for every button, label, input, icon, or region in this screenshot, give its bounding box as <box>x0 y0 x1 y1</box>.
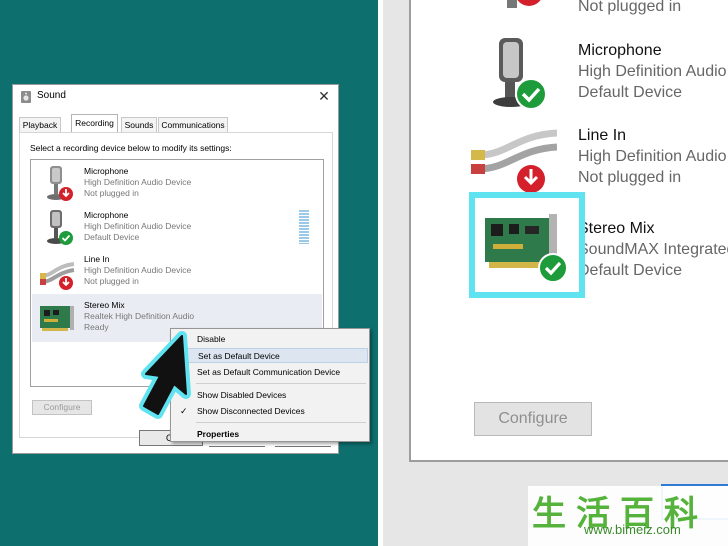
configure-button[interactable]: Configure <box>32 400 92 415</box>
cancel-button[interactable] <box>209 443 265 447</box>
menu-separator <box>196 383 366 384</box>
red-down-arrow-icon <box>517 0 541 6</box>
audio-cable-icon <box>40 262 75 290</box>
zoom-device-description: High Definition Audio <box>578 148 727 165</box>
tab-recording[interactable]: Recording <box>71 114 118 132</box>
device-status: Not plugged in <box>84 276 139 286</box>
microphone-icon <box>493 38 547 110</box>
mouse-pointer-icon <box>139 331 191 419</box>
instruction-text: Select a recording device below to modif… <box>30 143 232 153</box>
device-description: High Definition Audio Device <box>84 221 192 231</box>
zoom-device-name: Microphone <box>578 42 662 59</box>
close-icon[interactable]: ✕ <box>316 88 332 104</box>
menu-item-label: Show Disconnected Devices <box>197 406 305 416</box>
zoom-device-name: Stereo Mix <box>578 220 655 237</box>
red-down-arrow-icon <box>59 276 73 290</box>
zoom-device-status: Not plugged in <box>578 169 682 186</box>
microphone-icon <box>47 166 73 201</box>
tab-sounds[interactable]: Sounds <box>121 117 157 132</box>
device-name: Microphone <box>84 166 129 176</box>
watermark: 生活百科 www.bimeiz.com <box>528 486 728 546</box>
device-status: Default Device <box>84 232 140 242</box>
device-status: Not plugged in <box>84 188 139 198</box>
audio-cable-icon <box>471 129 557 193</box>
zoom-device-status: Not plugged in <box>578 0 682 15</box>
zoom-device-name: Line In <box>578 127 627 144</box>
watermark-url: www.bimeiz.com <box>584 522 681 537</box>
tab-playback[interactable]: Playback <box>19 117 61 132</box>
menu-item-properties[interactable]: Properties <box>172 427 368 442</box>
device-name: Line In <box>84 254 110 264</box>
zoom-device-description: High Definition Audio <box>578 63 727 80</box>
device-name: Microphone <box>84 210 129 220</box>
device-status: Ready <box>84 322 109 332</box>
apply-button[interactable] <box>275 443 331 447</box>
zoom-device-status: Default Device <box>578 262 683 279</box>
menu-item-label: Show Disabled Devices <box>197 390 287 400</box>
sound-card-icon <box>485 214 568 283</box>
menu-separator <box>196 422 366 423</box>
green-check-icon <box>59 231 73 245</box>
green-check-icon <box>515 78 547 110</box>
tab-communications[interactable]: Communications <box>158 117 228 132</box>
device-row[interactable]: Line In High Definition Audio Device Not… <box>32 250 322 294</box>
level-meter <box>299 210 309 244</box>
dialog-title: Sound <box>37 90 66 101</box>
microphone-icon <box>47 210 73 245</box>
red-down-arrow-icon <box>59 187 73 201</box>
zoom-device-status: Default Device <box>578 84 683 101</box>
device-description: High Definition Audio Device <box>84 265 192 275</box>
dialog-titlebar: Sound ✕ <box>13 85 338 109</box>
speaker-icon <box>21 91 31 103</box>
device-row[interactable]: Microphone High Definition Audio Device … <box>32 206 322 250</box>
zoom-configure-button[interactable]: Configure <box>474 402 592 436</box>
device-row[interactable]: Microphone High Definition Audio Device … <box>32 162 322 206</box>
device-name: Stereo Mix <box>84 300 125 310</box>
sound-card-icon <box>40 306 74 331</box>
green-check-icon <box>538 253 568 283</box>
zoomed-view: Not plugged in Microphone High Definitio… <box>383 0 728 546</box>
zoomed-device-list: Not plugged in Microphone High Definitio… <box>409 0 728 462</box>
red-down-arrow-icon <box>517 165 545 193</box>
device-description: High Definition Audio Device <box>84 177 192 187</box>
stereo-mix-highlight <box>469 192 585 298</box>
zoom-device-row[interactable]: Microphone High Definition Audio Default… <box>411 38 728 124</box>
zoom-device-description: SoundMAX Integrated <box>578 241 728 258</box>
